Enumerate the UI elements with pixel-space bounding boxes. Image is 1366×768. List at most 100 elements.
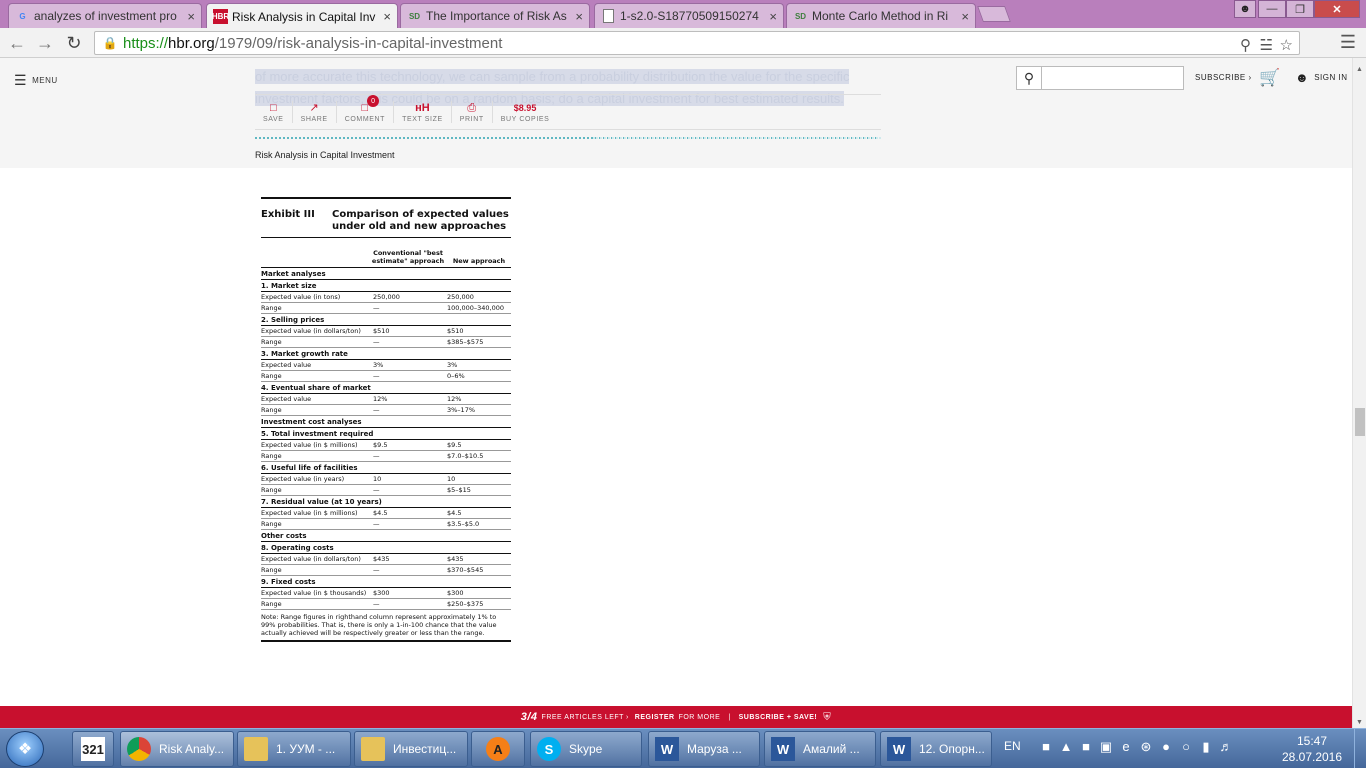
close-icon[interactable]: ×: [575, 9, 583, 24]
exhibit-table: Exhibit III Comparison of expected value…: [261, 197, 511, 642]
subscribe-label: SUBSCRIBE: [1195, 73, 1246, 82]
taskbar-item-avast[interactable]: A: [471, 731, 525, 767]
table-row: Expected value (in years) 10 10: [261, 474, 511, 485]
subscribe-link[interactable]: SUBSCRIBE ›: [1195, 73, 1252, 82]
tab-label: 1-s2.0-S18770509150274: [620, 9, 759, 23]
table-row: Expected value (in $ millions) $9.5 $9.5: [261, 440, 511, 451]
cell-label: Range: [261, 304, 282, 312]
scroll-down-icon[interactable]: ▼: [1356, 719, 1363, 726]
taskbar-item-word-3[interactable]: W 12. Опорн...: [880, 731, 992, 767]
chrome-icon: [127, 737, 151, 761]
table-row: Expected value (in $ thousands) $300 $300: [261, 588, 511, 599]
table-row: Range — 100,000–340,000: [261, 303, 511, 314]
tab-risk-analysis[interactable]: HBR Risk Analysis in Capital Inv ×: [206, 3, 398, 29]
tray-antivirus-icon[interactable]: ●: [1156, 739, 1176, 755]
tray-bluetooth-icon[interactable]: ⊛: [1136, 739, 1156, 755]
tab-monte-carlo[interactable]: SD Monte Carlo Method in Ri ×: [786, 3, 976, 28]
group-title: 7. Residual value (at 10 years): [261, 496, 511, 508]
close-window-button[interactable]: ✕: [1314, 0, 1360, 18]
taskbar-item-folder-1[interactable]: 1. УУМ - ...: [237, 731, 351, 767]
cell-label: Range: [261, 406, 282, 414]
search-input[interactable]: ⚲: [1016, 66, 1184, 90]
folder-icon: [361, 737, 385, 761]
cell-label: Expected value (in dollars/ton): [261, 555, 361, 563]
reading-progress: [255, 137, 881, 141]
comment-button[interactable]: 0 □ COMMENT: [337, 95, 395, 123]
taskbar-item-skype[interactable]: S Skype: [530, 731, 642, 767]
cart-icon[interactable]: 🛒: [1259, 68, 1280, 88]
share-button[interactable]: ↗ SHARE: [293, 101, 337, 123]
cell-new: 10: [447, 475, 456, 483]
cell-new: 3%: [447, 361, 458, 369]
sign-in-link[interactable]: ☻ SIGN IN: [1295, 70, 1347, 85]
tray-network-icon[interactable]: ▲: [1056, 739, 1076, 755]
scroll-thumb[interactable]: [1355, 408, 1365, 436]
tray-ie-icon[interactable]: e: [1116, 739, 1136, 755]
cell-label: Expected value: [261, 395, 312, 403]
cell-new: 100,000–340,000: [447, 304, 505, 312]
tray-volume-icon[interactable]: ♬: [1216, 739, 1236, 755]
start-button[interactable]: ❖: [6, 731, 44, 767]
system-clock[interactable]: 15:47 28.07.2016: [1280, 733, 1344, 765]
text-size-button[interactable]: ʜH TEXT SIZE: [394, 101, 452, 123]
translate-icon[interactable]: ☱: [1260, 36, 1273, 54]
folder-icon: [244, 737, 268, 761]
minimize-button[interactable]: —: [1258, 0, 1286, 18]
table-row: Expected value (in dollars/ton) $510 $510: [261, 326, 511, 337]
taskbar-calendar[interactable]: 321: [72, 731, 114, 767]
address-bar[interactable]: 🔒 https:// hbr.org /1979/09/risk-analysi…: [94, 31, 1300, 55]
tray-app-icon[interactable]: ○: [1176, 739, 1196, 755]
close-icon[interactable]: ×: [187, 9, 195, 24]
taskbar-item-word-1[interactable]: W Маруза ...: [648, 731, 760, 767]
print-button[interactable]: ⎙ PRINT: [452, 101, 493, 123]
menu-button[interactable]: ☰ MENU: [14, 72, 58, 89]
tray-app-icon[interactable]: ▣: [1096, 739, 1116, 755]
cell-label: Expected value (in $ millions): [261, 509, 358, 517]
chrome-menu-icon[interactable]: ☰: [1340, 32, 1356, 53]
site-header: ☰ MENU of more accurate this technology,…: [0, 58, 1352, 168]
language-indicator[interactable]: EN: [1004, 739, 1021, 753]
taskbar-item-folder-2[interactable]: Инвестиц...: [354, 731, 468, 767]
vertical-scrollbar[interactable]: ▲ ▼: [1352, 58, 1366, 728]
tab-importance-risk[interactable]: SD The Importance of Risk As ×: [400, 3, 590, 28]
tab-pdf-doc[interactable]: 1-s2.0-S18770509150274 ×: [594, 3, 784, 28]
tab-strip: G analyzes of investment pro × HBR Risk …: [0, 0, 1366, 29]
scroll-up-icon[interactable]: ▲: [1356, 66, 1363, 73]
save-button[interactable]: □ SAVE: [255, 101, 293, 123]
cell-new: $510: [447, 327, 464, 335]
back-button[interactable]: ←: [6, 32, 28, 54]
cell-new: $300: [447, 589, 464, 597]
buy-copies-button[interactable]: $8.95 BUY COPIES: [493, 101, 558, 123]
clock-time: 15:47: [1296, 734, 1328, 748]
restore-button[interactable]: ❐: [1286, 0, 1314, 18]
system-tray: ■ ▲ ■ ▣ e ⊛ ● ○ ▮ ♬: [1036, 739, 1236, 755]
col-header-new: New approach: [452, 257, 506, 265]
search-icon[interactable]: ⚲: [1017, 67, 1042, 89]
google-favicon-icon: G: [19, 11, 26, 21]
tray-app-icon[interactable]: ■: [1076, 739, 1096, 755]
tool-label: BUY COPIES: [500, 115, 550, 123]
forward-button[interactable]: →: [34, 32, 56, 54]
subscribe-save-link[interactable]: SUBSCRIBE + SAVE!: [739, 714, 818, 721]
new-tab-button[interactable]: [977, 6, 1011, 22]
taskbar-item-chrome[interactable]: Risk Analy...: [120, 731, 234, 767]
show-desktop-button[interactable]: [1354, 729, 1366, 768]
cell-new: $385–$575: [447, 338, 484, 346]
close-icon[interactable]: ×: [769, 9, 777, 24]
reload-button[interactable]: ↻: [63, 32, 85, 54]
zoom-icon[interactable]: ⚲: [1240, 36, 1251, 54]
close-icon[interactable]: ×: [383, 9, 391, 24]
avast-icon: A: [486, 737, 510, 761]
close-icon[interactable]: ×: [961, 9, 969, 24]
register-link[interactable]: REGISTER: [635, 714, 675, 721]
taskbar-item-word-2[interactable]: W Амалий ...: [764, 731, 876, 767]
tray-app-icon[interactable]: ■: [1036, 739, 1056, 755]
bookmark-star-icon[interactable]: ☆: [1280, 36, 1293, 54]
cell-label: Expected value (in dollars/ton): [261, 327, 361, 335]
cell-label: Range: [261, 452, 282, 460]
tab-analyzes[interactable]: G analyzes of investment pro ×: [8, 3, 202, 28]
user-profile-icon[interactable]: ☻: [1234, 0, 1256, 18]
tray-signal-icon[interactable]: ▮: [1196, 739, 1216, 755]
cell-old: —: [373, 372, 380, 380]
cell-old: —: [373, 304, 380, 312]
